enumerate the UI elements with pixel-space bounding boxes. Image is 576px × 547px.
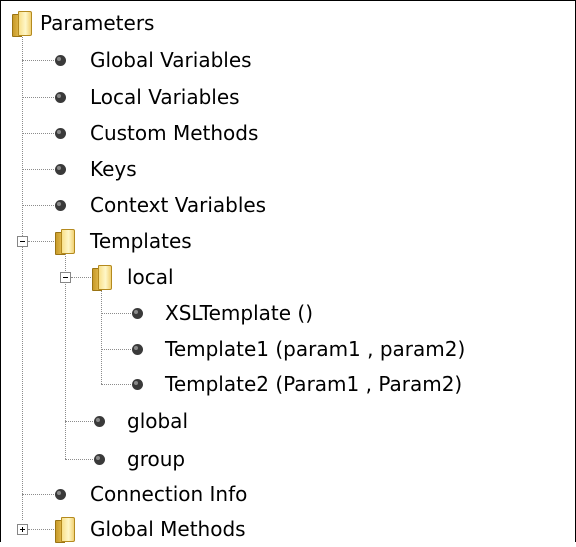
node-label: group: [127, 447, 186, 471]
collapse-minus-icon[interactable]: [17, 236, 28, 247]
tree-line: [101, 313, 131, 314]
bullet-icon: [55, 55, 66, 66]
tree-node-custom-methods[interactable]: Custom Methods: [55, 115, 258, 151]
bullet-icon: [132, 344, 143, 355]
node-label: Connection Info: [90, 482, 248, 506]
tree-node-global[interactable]: global: [94, 403, 188, 439]
tree-line: [65, 421, 93, 422]
tree-line: [22, 35, 23, 520]
node-label: Context Variables: [90, 193, 267, 217]
tree-line: [22, 60, 54, 61]
node-label: Keys: [90, 157, 137, 181]
tree-line: [101, 288, 102, 384]
tree-node-parameters[interactable]: Parameters: [12, 5, 154, 41]
folder-icon: [55, 517, 75, 543]
tree-line: [101, 384, 131, 385]
bullet-icon: [94, 454, 105, 465]
node-label: Template1 (param1 , param2): [165, 337, 466, 361]
node-label: local: [127, 265, 174, 289]
node-label: global: [127, 409, 188, 433]
folder-icon: [55, 229, 75, 255]
tree-line: [28, 529, 54, 530]
tree-line: [65, 459, 93, 460]
tree-node-connection-info[interactable]: Connection Info: [55, 476, 247, 512]
tree-node-local[interactable]: local: [92, 259, 174, 295]
tree-line: [28, 241, 54, 242]
node-label: XSLTemplate (): [165, 301, 314, 325]
parameters-tree: Parameters Global Variables Local Variab…: [0, 0, 576, 543]
bullet-icon: [132, 379, 143, 390]
tree-node-local-variables[interactable]: Local Variables: [55, 79, 240, 115]
tree-line: [22, 494, 54, 495]
tree-node-group[interactable]: group: [94, 441, 185, 477]
tree-node-global-variables[interactable]: Global Variables: [55, 42, 252, 78]
tree-line: [22, 205, 54, 206]
bullet-icon: [55, 128, 66, 139]
tree-line: [22, 133, 54, 134]
node-label: Custom Methods: [90, 121, 259, 145]
tree-line: [22, 169, 54, 170]
node-label: Global Methods: [90, 517, 246, 541]
node-label: Template2 (Param1 , Param2): [165, 372, 463, 396]
expand-plus-icon[interactable]: [17, 524, 28, 535]
bullet-icon: [55, 164, 66, 175]
tree-node-template1[interactable]: Template1 (param1 , param2): [132, 331, 465, 367]
bullet-icon: [132, 308, 143, 319]
tree-node-keys[interactable]: Keys: [55, 151, 137, 187]
tree-node-templates[interactable]: Templates: [55, 223, 192, 259]
bullet-icon: [94, 416, 105, 427]
bullet-icon: [55, 489, 66, 500]
node-label: Parameters: [40, 11, 155, 35]
bullet-icon: [55, 200, 66, 211]
folder-icon: [92, 265, 112, 291]
collapse-minus-icon[interactable]: [60, 272, 71, 283]
node-label: Templates: [90, 229, 192, 253]
tree-node-template2[interactable]: Template2 (Param1 , Param2): [132, 366, 462, 402]
tree-node-xsltemplate[interactable]: XSLTemplate (): [132, 295, 313, 331]
node-label: Local Variables: [90, 85, 240, 109]
tree-node-context-variables[interactable]: Context Variables: [55, 187, 266, 223]
bullet-icon: [55, 92, 66, 103]
tree-node-global-methods[interactable]: Global Methods: [55, 511, 246, 547]
tree-line: [101, 349, 131, 350]
tree-line: [22, 97, 54, 98]
folder-icon: [12, 11, 32, 37]
node-label: Global Variables: [90, 48, 252, 72]
tree-line: [71, 277, 91, 278]
